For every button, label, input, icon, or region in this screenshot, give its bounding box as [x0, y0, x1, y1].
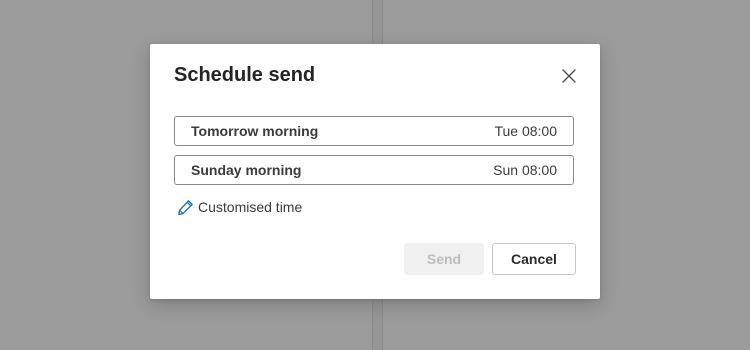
close-icon [562, 69, 576, 83]
send-button[interactable]: Send [404, 243, 484, 275]
customised-time-link[interactable]: Customised time [177, 198, 302, 216]
close-button[interactable] [558, 65, 580, 87]
option-tomorrow-morning[interactable]: Tomorrow morning Tue 08:00 [174, 116, 574, 146]
dialog-title: Schedule send [174, 64, 316, 86]
option-label: Tomorrow morning [191, 123, 319, 139]
option-sunday-morning[interactable]: Sunday morning Sun 08:00 [174, 155, 574, 185]
cancel-button[interactable]: Cancel [492, 243, 576, 275]
option-time: Tue 08:00 [494, 123, 557, 139]
customised-time-label: Customised time [198, 199, 303, 215]
pencil-icon [177, 198, 195, 216]
schedule-send-dialog: Schedule send Tomorrow morning Tue 08:00… [150, 44, 600, 299]
option-label: Sunday morning [191, 162, 302, 178]
option-time: Sun 08:00 [493, 162, 557, 178]
